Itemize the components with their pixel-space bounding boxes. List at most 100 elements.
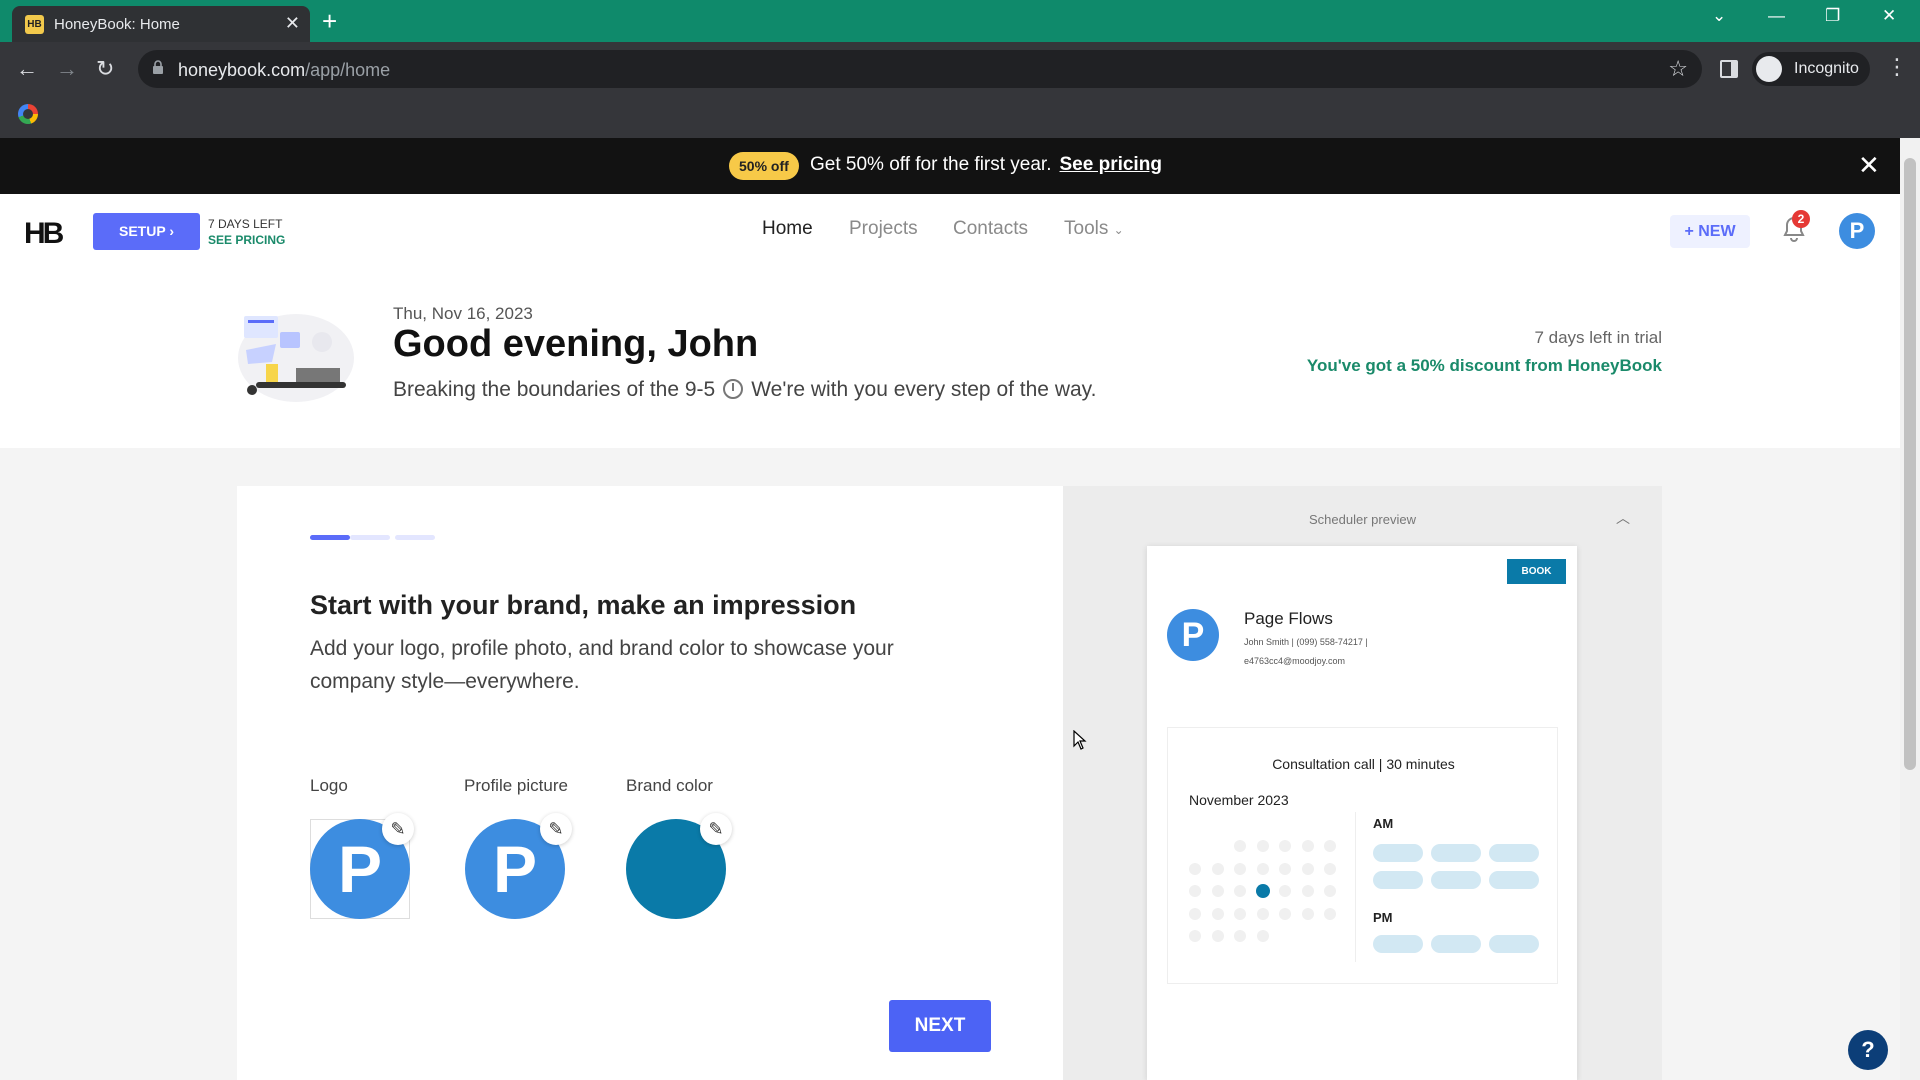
setup-button[interactable]: SETUP › bbox=[93, 213, 200, 250]
calendar-day bbox=[1234, 885, 1246, 897]
scheduler-preview-panel: Scheduler preview ︿ BOOK P Page Flows Jo… bbox=[1063, 486, 1662, 1080]
notification-badge: 2 bbox=[1792, 210, 1810, 228]
honeybook-favicon-icon: HB bbox=[25, 15, 44, 34]
nav-tools[interactable]: Tools ⌄ bbox=[1064, 218, 1124, 240]
promo-banner: 50% off Get 50% off for the first year. S… bbox=[0, 138, 1900, 194]
profile-picture-label: Profile picture bbox=[464, 776, 568, 795]
preview-company-name: Page Flows bbox=[1244, 609, 1333, 628]
calendar-day bbox=[1301, 862, 1314, 875]
book-button: BOOK bbox=[1507, 559, 1566, 584]
scrollbar-thumb[interactable] bbox=[1904, 158, 1916, 770]
edit-logo-pencil-icon[interactable]: ✎ bbox=[382, 813, 414, 845]
time-slot bbox=[1373, 844, 1423, 862]
promo-badge: 50% off bbox=[729, 152, 799, 180]
google-bookmark-icon[interactable] bbox=[18, 104, 38, 124]
calendar-selected-day bbox=[1255, 884, 1270, 898]
edit-profile-pencil-icon[interactable]: ✎ bbox=[540, 813, 572, 845]
tab-search-chevron-icon[interactable]: ⌄ bbox=[1712, 6, 1726, 26]
address-bar[interactable]: honeybook.com/app/home ☆ bbox=[138, 50, 1702, 88]
time-slot bbox=[1489, 844, 1539, 862]
minimize-icon[interactable]: — bbox=[1768, 6, 1785, 26]
incognito-label: Incognito bbox=[1794, 60, 1859, 77]
consultation-box: Consultation call | 30 minutes November … bbox=[1167, 727, 1558, 984]
nav-projects[interactable]: Projects bbox=[849, 218, 918, 240]
brand-card: Start with your brand, make an impressio… bbox=[237, 486, 1063, 1080]
see-pricing-small-link[interactable]: SEE PRICING bbox=[208, 232, 285, 248]
new-tab-icon[interactable]: + bbox=[322, 6, 337, 36]
trial-days-text: 7 days left in trial bbox=[1534, 328, 1662, 347]
scheduler-preview-card: BOOK P Page Flows John Smith | (099) 558… bbox=[1147, 546, 1577, 1080]
incognito-profile-button[interactable]: Incognito bbox=[1752, 52, 1870, 86]
calendar-day bbox=[1234, 840, 1246, 852]
calendar-day bbox=[1211, 930, 1224, 942]
page-scrollbar[interactable] bbox=[1900, 138, 1920, 1080]
new-button[interactable]: + NEW bbox=[1670, 215, 1750, 248]
scheduler-preview-label: Scheduler preview bbox=[1309, 512, 1416, 527]
days-left-text: 7 DAYS LEFT bbox=[208, 217, 283, 231]
brand-card-title: Start with your brand, make an impressio… bbox=[310, 590, 857, 620]
reload-icon[interactable]: ↻ bbox=[96, 56, 114, 82]
calendar-day bbox=[1234, 907, 1246, 920]
edit-brand-color-pencil-icon[interactable]: ✎ bbox=[700, 813, 732, 845]
help-button[interactable]: ? bbox=[1848, 1030, 1888, 1070]
calendar-day bbox=[1324, 862, 1336, 875]
calendar-day bbox=[1301, 840, 1314, 852]
calendar-day bbox=[1234, 930, 1246, 942]
current-date: Thu, Nov 16, 2023 bbox=[393, 304, 533, 323]
honeybook-logo[interactable]: HB bbox=[24, 217, 64, 251]
restore-icon[interactable]: ❐ bbox=[1825, 6, 1840, 26]
window-close-icon[interactable]: ✕ bbox=[1882, 6, 1896, 26]
trial-discount-link[interactable]: You've got a 50% discount from HoneyBook bbox=[1307, 356, 1662, 376]
calendar-day bbox=[1279, 885, 1291, 897]
time-slot bbox=[1431, 935, 1481, 953]
calendar-day bbox=[1256, 907, 1269, 920]
clock-icon bbox=[723, 379, 744, 399]
progress-step-3 bbox=[395, 535, 435, 540]
trial-info[interactable]: 7 DAYS LEFT SEE PRICING bbox=[208, 216, 285, 248]
promo-close-icon[interactable]: ✕ bbox=[1858, 150, 1880, 181]
promo-message: Get 50% off for the first year. See prici… bbox=[810, 154, 1162, 175]
next-button[interactable]: NEXT bbox=[889, 1000, 991, 1052]
time-slot bbox=[1373, 935, 1423, 953]
consultation-title: Consultation call | 30 minutes bbox=[1272, 756, 1455, 772]
brand-card-description: Add your logo, profile photo, and brand … bbox=[310, 637, 894, 693]
time-slot bbox=[1431, 871, 1481, 889]
nav-contacts[interactable]: Contacts bbox=[953, 218, 1028, 240]
bookmark-star-icon[interactable]: ☆ bbox=[1668, 56, 1688, 82]
progress-step-1 bbox=[310, 535, 350, 540]
calendar-day bbox=[1189, 885, 1201, 897]
calendar-day bbox=[1211, 862, 1224, 875]
preview-avatar: P bbox=[1167, 609, 1219, 661]
lock-icon bbox=[153, 60, 163, 74]
tab-title: HoneyBook: Home bbox=[54, 16, 180, 33]
side-panel-icon[interactable] bbox=[1720, 60, 1738, 78]
browser-menu-icon[interactable]: ⋮ bbox=[1886, 54, 1908, 80]
chevron-up-icon[interactable]: ︿ bbox=[1616, 508, 1630, 528]
am-label: AM bbox=[1373, 816, 1394, 831]
calendar-day bbox=[1324, 885, 1336, 897]
user-avatar[interactable]: P bbox=[1839, 213, 1875, 249]
time-slot bbox=[1373, 871, 1423, 889]
calendar-month: November 2023 bbox=[1189, 792, 1289, 808]
back-icon[interactable]: ← bbox=[16, 56, 38, 82]
calendar-day bbox=[1301, 885, 1314, 897]
browser-toolbar: ← → ↻ honeybook.com/app/home ☆ Incognito… bbox=[0, 42, 1920, 138]
forward-icon[interactable]: → bbox=[56, 56, 78, 82]
greeting-subtitle: Breaking the boundaries of the 9-5 We're … bbox=[393, 378, 1097, 401]
mouse-cursor-icon bbox=[1073, 730, 1087, 750]
calendar-day bbox=[1324, 907, 1336, 920]
calendar-day bbox=[1324, 840, 1336, 852]
time-slot bbox=[1489, 871, 1539, 889]
calendar-day bbox=[1279, 862, 1291, 875]
calendar-day bbox=[1189, 862, 1201, 875]
chevron-down-icon: ⌄ bbox=[1113, 223, 1124, 237]
nav-home[interactable]: Home bbox=[762, 218, 813, 240]
see-pricing-link[interactable]: See pricing bbox=[1060, 154, 1162, 175]
pm-label: PM bbox=[1373, 910, 1393, 925]
time-slot bbox=[1489, 935, 1539, 953]
browser-tab[interactable]: HB HoneyBook: Home ✕ bbox=[12, 6, 310, 42]
logo-label: Logo bbox=[310, 776, 348, 795]
calendar-day bbox=[1279, 840, 1291, 852]
tab-close-icon[interactable]: ✕ bbox=[285, 13, 300, 34]
url-text: honeybook.com/app/home bbox=[178, 60, 391, 80]
